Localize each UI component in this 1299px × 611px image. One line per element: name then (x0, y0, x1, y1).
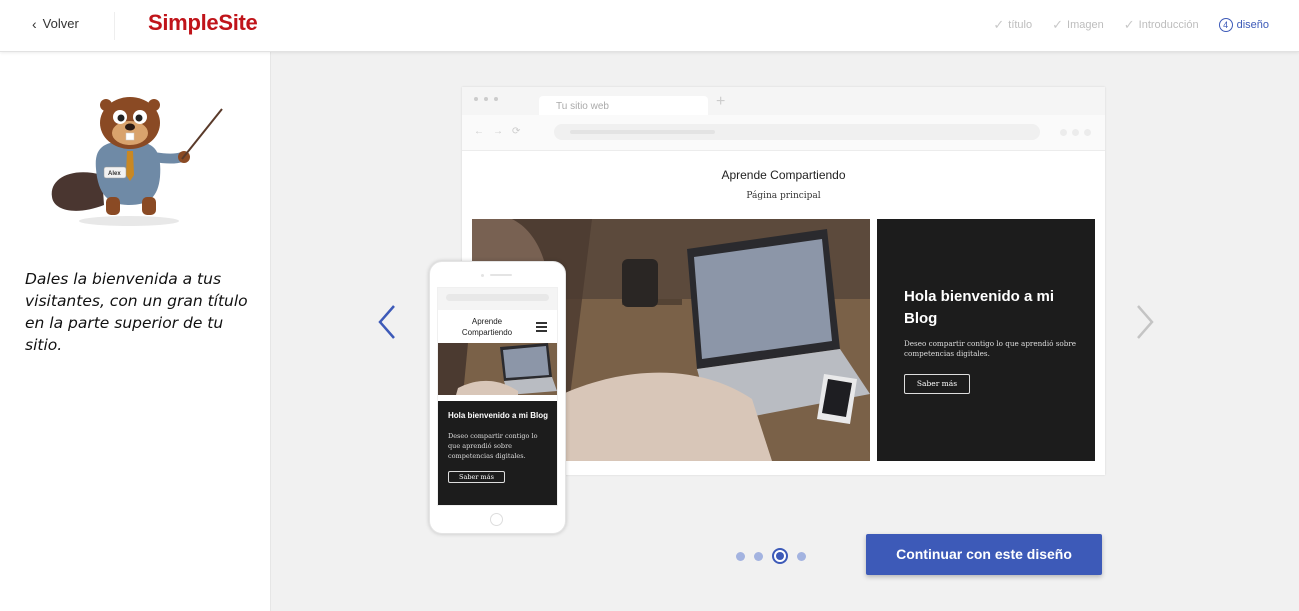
mobile-site-title: Aprende Compartiendo (461, 317, 513, 337)
simplesite-logo: SimpleSite (148, 10, 258, 35)
top-bar: ‹ Volver SimpleSite ✓ título ✓ Imagen ✓ … (0, 0, 1299, 52)
hamburger-menu-icon (536, 322, 547, 334)
step-label: diseño (1236, 19, 1269, 31)
site-title: Aprende Compartiendo (721, 168, 846, 182)
hero-paragraph: Deseo compartir contigo lo que aprendió … (904, 339, 1077, 358)
sidebar-message: Dales la bienvenida a tus visitantes, co… (25, 270, 248, 354)
step-label: Imagen (1067, 19, 1104, 31)
window-dots (474, 97, 498, 101)
plus-icon: + (716, 93, 726, 110)
hero-learn-more-button[interactable]: Saber más (904, 374, 970, 394)
step-label: Introducción (1138, 19, 1199, 31)
browser-address-bar: ←→⟳ (462, 115, 1105, 151)
check-icon: ✓ (1052, 17, 1064, 32)
mobile-hero-paragraph: Deseo compartir contigo lo que aprendió … (448, 432, 538, 460)
previous-design-arrow-icon[interactable] (372, 302, 402, 342)
pager-dot-1[interactable] (736, 551, 745, 561)
back-label: Volver (42, 16, 79, 31)
check-icon: ✓ (993, 17, 1005, 32)
mobile-hero-heading: Hola bienvenido a mi Blog (448, 411, 549, 420)
phone-home-button (490, 513, 503, 526)
design-preview-area: Tu sitio web + ←→⟳ Aprende Compartiendo … (272, 52, 1299, 611)
step-introduccion[interactable]: ✓ Introducción (1124, 17, 1199, 33)
check-icon: ✓ (1123, 17, 1135, 32)
mobile-learn-more-button[interactable]: Saber más (448, 471, 505, 483)
mobile-hero-photo (438, 343, 557, 395)
step-diseno[interactable]: 4 diseño (1218, 18, 1269, 32)
browser-menu-dots (1060, 129, 1091, 136)
beaver-mascot-illustration: Alex (51, 97, 223, 226)
hero-text-panel: Hola bienvenido a mi Blog Deseo comparti… (877, 219, 1095, 461)
chevron-left-icon: ‹ (32, 15, 37, 32)
back-button[interactable]: ‹ Volver (32, 16, 79, 31)
pager-dot-3-active[interactable] (772, 548, 788, 564)
phone-camera (481, 274, 484, 277)
step-imagen[interactable]: ✓ Imagen (1052, 17, 1104, 33)
pager-dot-2[interactable] (754, 551, 763, 561)
next-design-arrow-icon[interactable] (1130, 302, 1160, 342)
browser-nav-icons: ←→⟳ (474, 126, 530, 137)
mobile-hero-panel: Hola bienvenido a mi Blog Deseo comparti… (438, 401, 557, 505)
site-subtitle: Página principal (746, 191, 821, 201)
browser-tab-bar: Tu sitio web + (462, 87, 1105, 116)
browser-tab: Tu sitio web (539, 96, 708, 116)
step-titulo[interactable]: ✓ título (993, 17, 1032, 33)
mobile-screen: Aprende Compartiendo Hola bienvenido a m… (437, 287, 558, 506)
progress-steps: ✓ título ✓ Imagen ✓ Introducción 4 diseñ… (993, 17, 1269, 33)
step-number: 4 (1218, 18, 1233, 32)
hero-heading: Hola bienvenido a mi Blog (904, 288, 1055, 327)
mobile-preview-frame: Aprende Compartiendo Hola bienvenido a m… (429, 261, 566, 534)
step-label: título (1008, 19, 1033, 31)
pager-dot-4[interactable] (797, 551, 806, 561)
url-field (554, 124, 1040, 140)
mobile-address-bar (438, 288, 557, 310)
badge-text: Alex (108, 171, 121, 177)
sidebar: Alex Dales la bienvenida a tus visitante… (0, 52, 271, 611)
continue-with-design-button[interactable]: Continuar con este diseño (866, 534, 1102, 575)
header-divider (114, 12, 115, 40)
phone-speaker (490, 274, 512, 276)
design-pager (736, 548, 806, 564)
